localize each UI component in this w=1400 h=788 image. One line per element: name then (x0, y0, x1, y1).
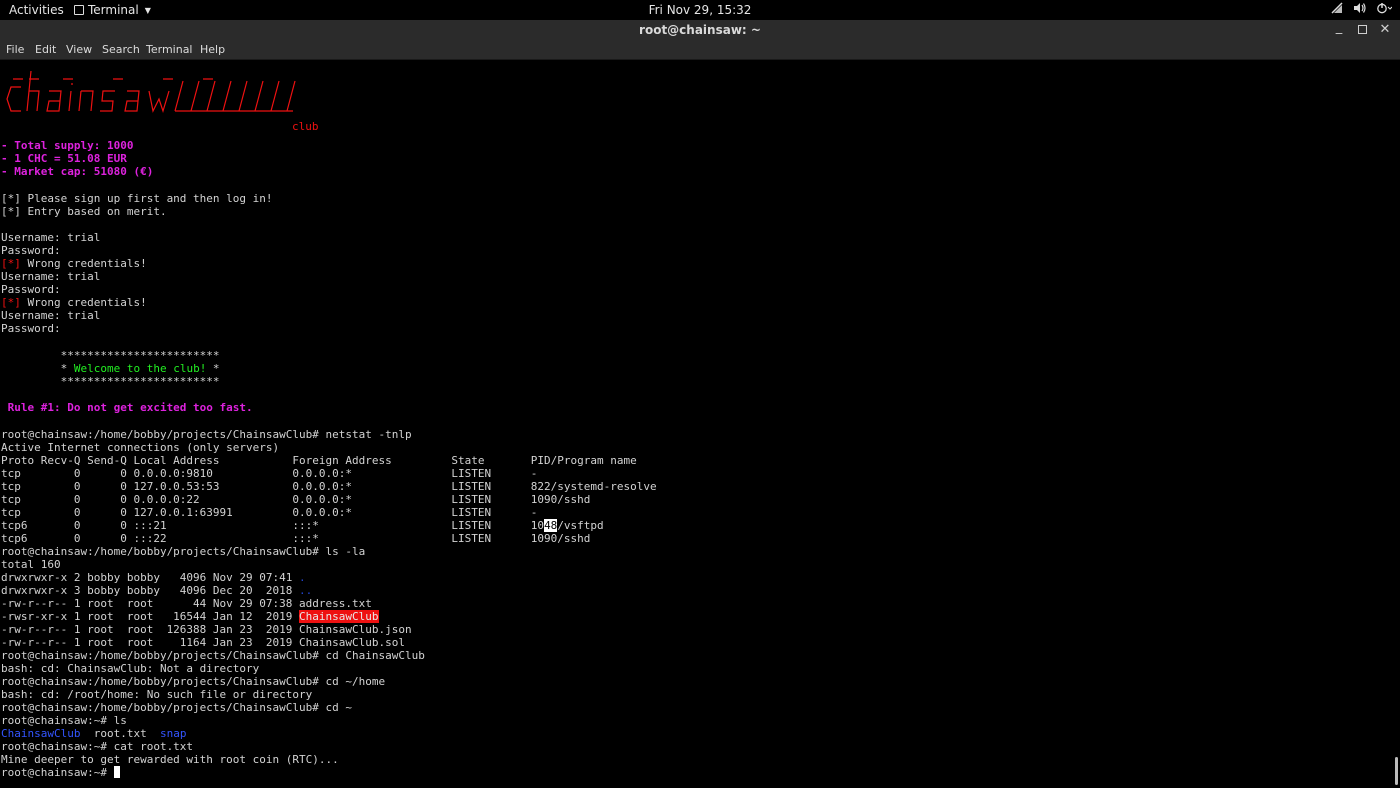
error-message: Wrong credentials! (20, 257, 147, 270)
logo-club-text: club (292, 120, 319, 133)
menu-edit[interactable]: Edit (35, 43, 56, 56)
term-line: root@chainsaw:~# ls (1, 714, 127, 727)
term-line: - Total supply: 1000 (1, 139, 134, 152)
ls-row: -rw-r--r-- 1 root root 44 Nov 29 07:38 a… (1, 597, 372, 610)
shell-prompt: root@chainsaw:~# (1, 766, 114, 779)
scrollbar-thumb[interactable] (1395, 757, 1398, 785)
term-line: bash: cd: ChainsawClub: Not a directory (1, 662, 260, 675)
caret-down-icon: ▼ (144, 5, 151, 15)
error-tag: [*] (1, 296, 21, 309)
term-line: ************************ (1, 375, 220, 388)
close-button[interactable]: ✕ (1377, 22, 1393, 37)
netstat-row: tcp 0 0 0.0.0.0:9810 0.0.0.0:* LISTEN - (1, 467, 538, 480)
prompt-line[interactable]: root@chainsaw:~# (1, 766, 120, 779)
netstat-row: tcp6 0 0 :::21 :::* LISTEN 1048/vsftpd (1, 519, 604, 532)
text-cursor (113, 766, 120, 778)
term-line: - 1 CHC = 51.08 EUR (1, 152, 127, 165)
ls-row-meta: -rwsr-xr-x 1 root root 16544 Jan 12 2019 (1, 610, 300, 623)
term-line: ************************ (1, 349, 220, 362)
term-line: root@chainsaw:/home/bobby/projects/Chain… (1, 701, 352, 714)
network-icon[interactable] (1331, 2, 1343, 14)
setuid-file-name: ChainsawClub (299, 610, 379, 623)
term-line: bash: cd: /root/home: No such file or di… (1, 688, 313, 701)
ls-dir-name: ChainsawClub (1, 727, 81, 740)
minimize-button[interactable]: _ (1331, 20, 1347, 35)
netstat-row: tcp 0 0 0.0.0.0:22 0.0.0.0:* LISTEN 1090… (1, 493, 591, 506)
netstat-row: tcp6 0 0 :::22 :::* LISTEN 1090/sshd (1, 532, 591, 545)
menu-view[interactable]: View (66, 43, 92, 56)
menu-bar: File Edit View Search Terminal Help (0, 41, 1400, 60)
text-selection[interactable]: 48 (544, 519, 558, 532)
terminal-scrollbar[interactable] (1390, 60, 1400, 788)
term-line: Password: (1, 283, 61, 296)
term-line: Username: trial (1, 270, 101, 283)
ls-row-meta: drwxrwxr-x 2 bobby bobby 4096 Nov 29 07:… (1, 571, 300, 584)
term-line: * Welcome to the club! * (1, 362, 220, 375)
clock-button[interactable]: Fri Nov 29, 15:32 (649, 3, 752, 17)
term-line: Username: trial (1, 231, 101, 244)
netstat-row: tcp 0 0 127.0.0.1:63991 0.0.0.0:* LISTEN… (1, 506, 538, 519)
term-line: [*] Wrong credentials! (1, 296, 147, 309)
activities-button[interactable]: Activities (9, 3, 64, 17)
ls-row: ChainsawClub root.txt snap (1, 727, 186, 740)
term-line: Username: trial (1, 309, 101, 322)
ls-row: drwxrwxr-x 2 bobby bobby 4096 Nov 29 07:… (1, 571, 306, 584)
ls-dir-name: snap (159, 727, 187, 740)
term-line: Active Internet connections (only server… (1, 441, 280, 454)
term-line: root@chainsaw:/home/bobby/projects/Chain… (1, 428, 412, 441)
term-line: root@chainsaw:/home/bobby/projects/Chain… (1, 675, 386, 688)
term-line: Mine deeper to get rewarded with root co… (1, 753, 339, 766)
app-menu-label: Terminal (88, 3, 139, 17)
error-message: Wrong credentials! (20, 296, 147, 309)
ls-file-name: root.txt (80, 727, 160, 740)
ls-row: -rw-r--r-- 1 root root 126388 Jan 23 201… (1, 623, 412, 636)
term-line: Password: (1, 322, 61, 335)
menu-terminal[interactable]: Terminal (146, 43, 193, 56)
system-tray[interactable] (1331, 2, 1392, 14)
ls-dir-name: . (299, 571, 306, 584)
netstat-row-text: tcp6 0 0 :::21 :::* LISTEN 10 (1, 519, 545, 532)
terminal-app-icon (74, 5, 84, 15)
term-line: [*] Entry based on merit. (1, 205, 167, 218)
term-line: root@chainsaw:~# cat root.txt (1, 740, 194, 753)
netstat-row-text: /vsftpd (557, 519, 604, 532)
window-title-bar[interactable]: root@chainsaw: ~ _ ✕ (0, 20, 1400, 41)
volume-icon[interactable] (1353, 2, 1366, 14)
menu-file[interactable]: File (6, 43, 24, 56)
term-line: root@chainsaw:/home/bobby/projects/Chain… (1, 649, 425, 662)
netstat-row: tcp 0 0 127.0.0.53:53 0.0.0.0:* LISTEN 8… (1, 480, 657, 493)
welcome-suffix: * (206, 362, 220, 375)
menu-help[interactable]: Help (200, 43, 225, 56)
power-icon[interactable] (1376, 2, 1392, 14)
welcome-prefix: * (1, 362, 74, 375)
term-line: total 160 (1, 558, 61, 571)
error-tag: [*] (1, 257, 21, 270)
terminal-output[interactable]: club - Total supply: 1000 - 1 CHC = 51.0… (0, 60, 1390, 788)
term-line: [*] Wrong credentials! (1, 257, 147, 270)
ls-row: -rwsr-xr-x 1 root root 16544 Jan 12 2019… (1, 610, 379, 623)
window-title: root@chainsaw: ~ (639, 23, 761, 37)
chainsaw-ascii-logo: club (6, 70, 319, 133)
ls-row: drwxrwxr-x 3 bobby bobby 4096 Dec 20 201… (1, 584, 312, 597)
app-menu-button[interactable]: Terminal ▼ (74, 3, 151, 17)
menu-search[interactable]: Search (102, 43, 140, 56)
welcome-message: Welcome to the club! (73, 362, 207, 375)
term-line: Proto Recv-Q Send-Q Local Address Foreig… (1, 454, 637, 467)
term-line: - Market cap: 51080 (€) (1, 165, 154, 178)
term-line: Password: (1, 244, 61, 257)
term-line: Rule #1: Do not get excited too fast. (1, 401, 253, 414)
ls-row: -rw-r--r-- 1 root root 1164 Jan 23 2019 … (1, 636, 405, 649)
ls-dir-name: .. (299, 584, 313, 597)
term-line: root@chainsaw:/home/bobby/projects/Chain… (1, 545, 366, 558)
gnome-top-bar: Activities Terminal ▼ Fri Nov 29, 15:32 (0, 0, 1400, 20)
term-line: [*] Please sign up first and then log in… (1, 192, 273, 205)
maximize-button[interactable] (1354, 22, 1370, 38)
maximize-icon (1357, 25, 1367, 34)
ls-row-meta: drwxrwxr-x 3 bobby bobby 4096 Dec 20 201… (1, 584, 300, 597)
